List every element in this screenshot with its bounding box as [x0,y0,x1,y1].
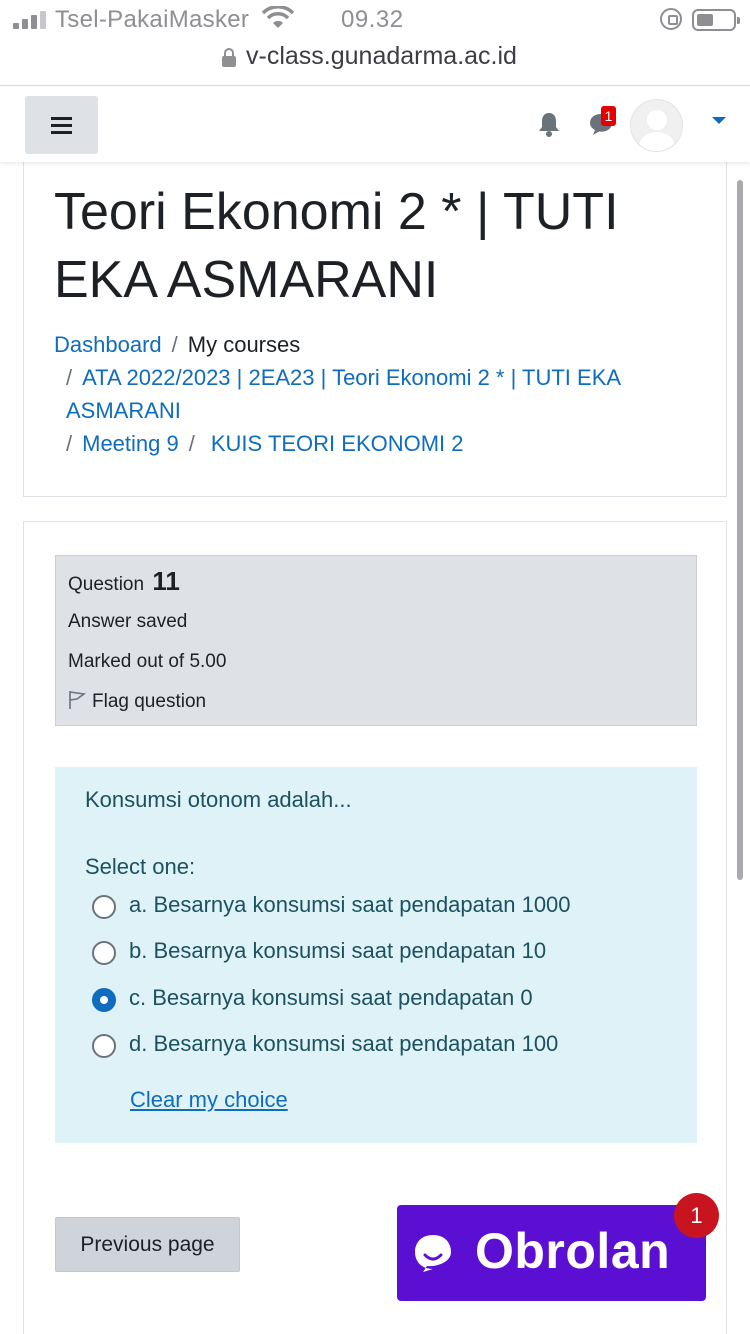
page-title: Teori Ekonomi 2 * | TUTI EKA ASMARANI [54,183,619,309]
breadcrumb: Dashboard / My courses / ATA 2022/2023 | 2E… [54,328,694,460]
answer-panel: Konsumsi otonom adalah... Select one: a.… [55,767,697,1143]
bell-icon[interactable] [537,111,561,137]
wifi-icon [262,6,294,28]
radio-option-d[interactable] [92,1034,116,1058]
hamburger-menu-icon[interactable] [25,96,98,154]
question-info: Question 11 Answer saved Marked out of 5… [55,555,697,726]
chat-widget-badge: 1 [674,1193,719,1238]
carrier-name: Tsel-PakaiMasker [55,6,250,33]
breadcrumb-quiz[interactable]: KUIS TEORI EKONOMI 2 [211,431,464,456]
answer-option-label[interactable]: b. Besarnya konsumsi saat pendapatan 10 [129,938,546,964]
chat-widget-label[interactable]: Obrolan [475,1222,670,1280]
clear-choice-link[interactable]: Clear my choice [130,1087,288,1113]
breadcrumb-separator: / [66,431,73,456]
breadcrumb-dashboard[interactable]: Dashboard [54,332,162,357]
scrollbar[interactable] [737,180,743,880]
lock-icon [222,48,236,67]
top-navbar [0,87,750,162]
flag-question-label: Flag question [92,691,207,712]
answer-prompt: Select one: [85,854,196,879]
radio-option-b[interactable] [92,941,116,965]
question-state: Answer saved [68,611,188,632]
breadcrumb-my-courses: My courses [187,332,301,357]
breadcrumb-separator: / [66,365,73,390]
radio-option-c[interactable] [92,988,116,1012]
message-count-badge: 1 [601,106,616,126]
question-text: Konsumsi otonom adalah... [85,787,352,812]
caret-down-icon[interactable] [712,117,726,124]
address-bar[interactable]: v-class.gunadarma.ac.id [0,40,750,86]
chat-widget-button[interactable]: Obrolan [397,1205,706,1301]
question-label: Question [68,574,145,595]
breadcrumb-course[interactable]: ATA 2022/2023 | 2EA23 | Teori Ekonomi 2 … [66,365,620,423]
radio-option-a[interactable] [92,895,116,919]
signal-strength-icon [13,11,47,29]
user-avatar-icon[interactable] [630,99,683,152]
question-number: Question 11 [68,566,180,597]
answer-option-label[interactable]: c. Besarnya konsumsi saat pendapatan 0 [129,985,533,1011]
breadcrumb-separator: / [171,332,178,357]
clock-time: 09.32 [341,6,404,33]
answer-option-label[interactable]: a. Besarnya konsumsi saat pendapatan 100… [129,892,571,918]
breadcrumb-separator: / [188,431,195,456]
question-number-value: 11 [152,566,180,596]
status-bar: Tsel-PakaiMasker 09.32 [0,0,750,40]
breadcrumb-meeting[interactable]: Meeting 9 [82,431,179,456]
previous-page-button[interactable]: Previous page [55,1217,240,1272]
answer-option-label[interactable]: d. Besarnya konsumsi saat pendapatan 100 [129,1031,558,1057]
flag-question-toggle[interactable]: Flag question [68,690,206,713]
url-text[interactable]: v-class.gunadarma.ac.id [246,42,517,71]
battery-icon [692,9,740,31]
page-header: Teori Ekonomi 2 * | TUTI EKA ASMARANI Da… [23,150,727,497]
rotation-lock-icon [660,8,682,30]
question-grade: Marked out of 5.00 [68,651,227,672]
chat-bubble-icon [415,1235,451,1272]
flag-icon [69,691,86,709]
